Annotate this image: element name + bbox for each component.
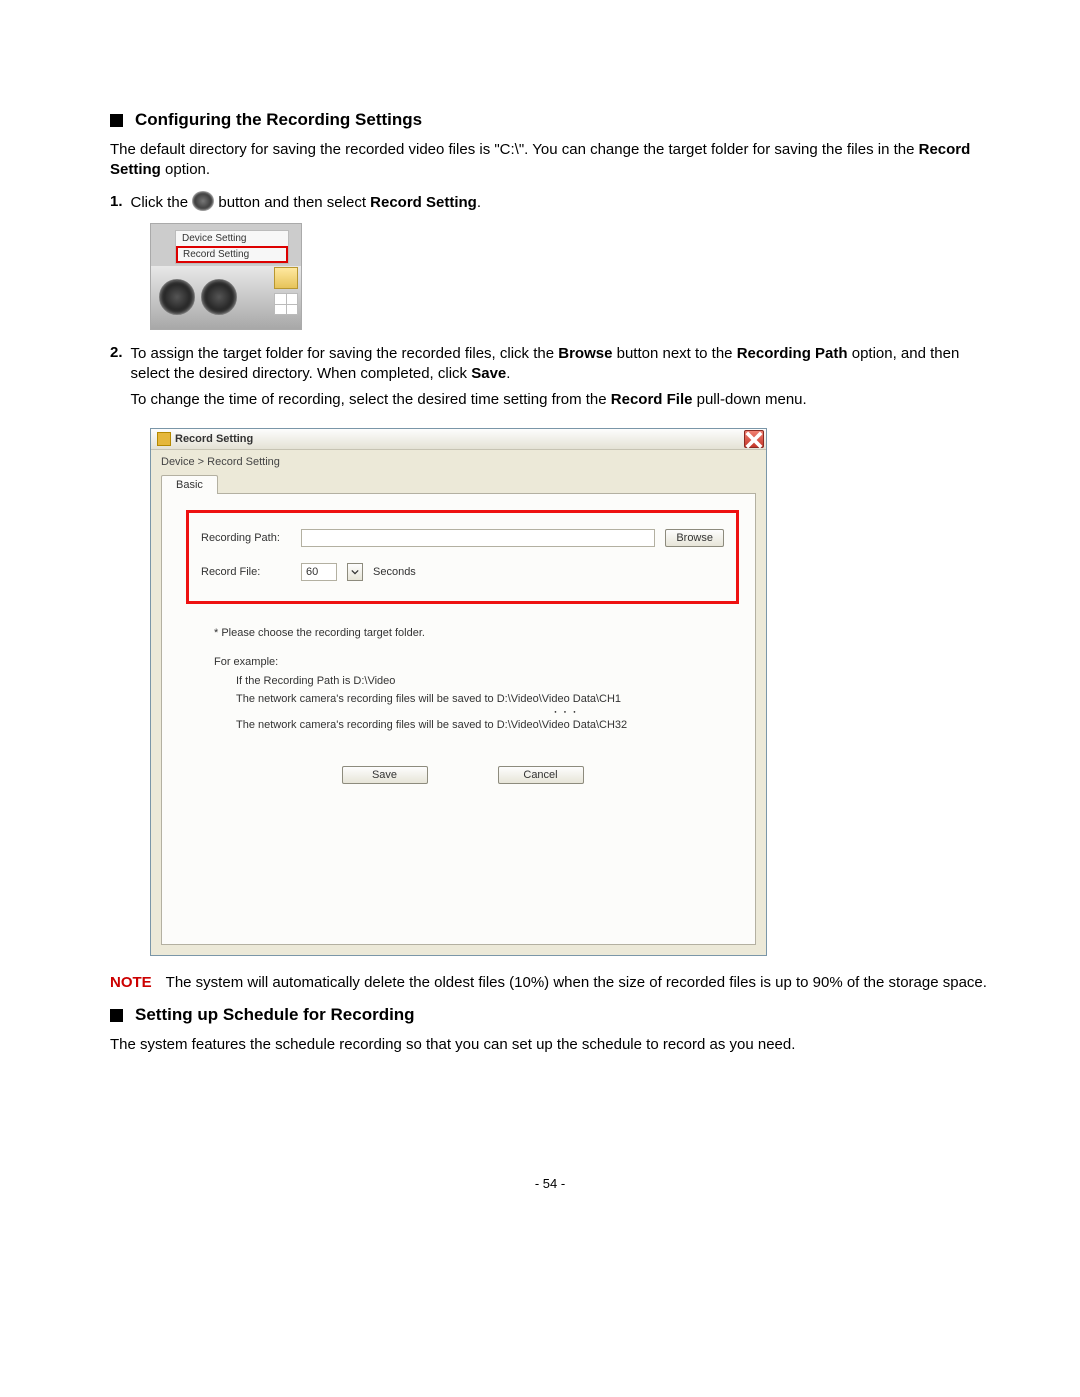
record-file-dropdown[interactable] <box>347 563 363 581</box>
step-1: 1. Click the button and then select Reco… <box>110 193 990 213</box>
cancel-button[interactable]: Cancel <box>498 766 584 784</box>
menu-item-record-setting[interactable]: Record Setting <box>176 246 288 263</box>
view-buttons <box>274 267 298 315</box>
dialog-actions: Save Cancel <box>186 766 739 784</box>
browse-button[interactable]: Browse <box>665 529 724 547</box>
gear-icon[interactable] <box>201 279 237 315</box>
note-text: The system will automatically delete the… <box>166 974 990 991</box>
ellipsis-icon: ● ● ● <box>394 709 739 716</box>
help-text: * Please choose the recording target fol… <box>214 624 739 734</box>
toolbar-area <box>151 266 301 329</box>
recording-path-input[interactable] <box>301 529 655 547</box>
save-button[interactable]: Save <box>342 766 428 784</box>
note-label: NOTE <box>110 974 152 991</box>
step-number: 1. <box>110 193 123 213</box>
view-single-icon[interactable] <box>274 267 298 289</box>
close-button[interactable] <box>744 430 764 448</box>
context-menu: Device Setting Record Setting <box>175 230 289 264</box>
menu-item-device-setting[interactable]: Device Setting <box>176 231 288 246</box>
tab-basic[interactable]: Basic <box>161 475 218 494</box>
section-heading-2: Setting up Schedule for Recording <box>110 1005 990 1025</box>
dialog-titlebar: Record Setting <box>151 429 766 450</box>
recording-path-label: Recording Path: <box>201 532 291 544</box>
document-page: Configuring the Recording Settings The d… <box>0 0 1080 1251</box>
record-file-row: Record File: 60 Seconds <box>201 563 724 581</box>
highlighted-area: Recording Path: Browse Record File: 60 S… <box>186 510 739 604</box>
intro-paragraph: The default directory for saving the rec… <box>110 140 990 181</box>
chevron-down-icon <box>351 568 359 576</box>
camera-icon[interactable] <box>159 279 195 315</box>
record-setting-dialog: Record Setting Device > Record Setting B… <box>150 428 767 956</box>
step-number: 2. <box>110 344 123 417</box>
section-heading-1: Configuring the Recording Settings <box>110 110 990 130</box>
heading-text: Setting up Schedule for Recording <box>135 1005 415 1025</box>
step-content: Click the button and then select Record … <box>131 193 990 213</box>
record-file-label: Record File: <box>201 566 291 578</box>
page-number: - 54 - <box>110 1176 990 1191</box>
menu-screenshot: Device Setting Record Setting <box>150 223 302 330</box>
breadcrumb: Device > Record Setting <box>151 450 766 474</box>
record-settings-icon <box>192 191 214 211</box>
close-icon <box>745 431 763 449</box>
dialog-title: Record Setting <box>175 433 253 445</box>
record-file-unit: Seconds <box>373 566 416 578</box>
bullet-square-icon <box>110 114 123 127</box>
note: NOTE The system will automatically delet… <box>110 974 990 991</box>
dialog-panel: Recording Path: Browse Record File: 60 S… <box>161 493 756 945</box>
bullet-square-icon <box>110 1009 123 1022</box>
tabs: Basic <box>151 474 766 493</box>
app-icon <box>157 432 171 446</box>
heading-text: Configuring the Recording Settings <box>135 110 422 130</box>
step-content: To assign the target folder for saving t… <box>131 344 990 417</box>
recording-path-row: Recording Path: Browse <box>201 529 724 547</box>
view-grid-icon[interactable] <box>274 293 298 315</box>
schedule-paragraph: The system features the schedule recordi… <box>110 1035 990 1055</box>
step-2: 2. To assign the target folder for savin… <box>110 344 990 417</box>
record-file-value[interactable]: 60 <box>301 563 337 581</box>
